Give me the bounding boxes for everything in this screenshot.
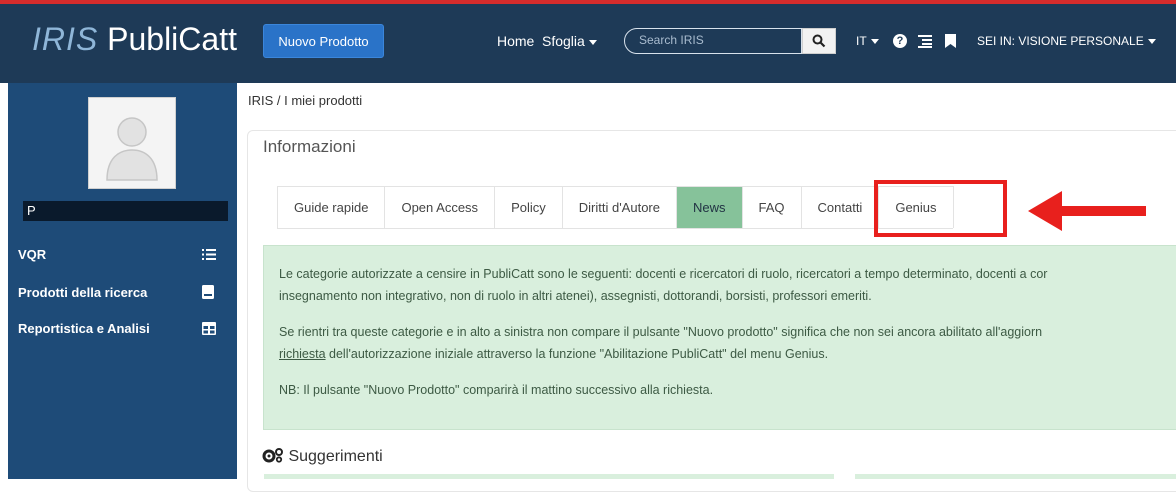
search-input[interactable]: Search IRIS (624, 28, 802, 54)
request-link[interactable]: richiesta (279, 347, 326, 361)
tab-label: Guide rapide (294, 200, 369, 215)
sidebar-item-label: Reportistica e Analisi (18, 321, 150, 336)
help-icon[interactable]: ? (893, 34, 907, 48)
user-name: P (23, 201, 228, 221)
logo[interactable]: IRIS PubliCatt (32, 21, 237, 58)
tab-open-access[interactable]: Open Access (384, 186, 496, 228)
avatar[interactable] (88, 97, 176, 189)
breadcrumb[interactable]: IRIS / I miei prodotti (248, 93, 362, 108)
user-placeholder-icon (106, 117, 158, 181)
table-icon (202, 322, 216, 335)
arrow-left-icon (1028, 191, 1146, 231)
sidebar-item-reports[interactable]: Reportistica e Analisi (18, 321, 150, 336)
panel-title: Informazioni (263, 137, 356, 156)
tab-news[interactable]: News (675, 186, 743, 228)
tab-diritti-autore[interactable]: Diritti d'Autore (561, 186, 677, 228)
chevron-down-icon (1147, 39, 1156, 45)
info-tabs: Guide rapide Open Access Policy Diritti … (277, 186, 954, 229)
book-icon (202, 285, 214, 299)
sidebar-item-label: Prodotti della ricerca (18, 285, 148, 300)
search-icon (812, 34, 826, 48)
user-context-dropdown[interactable]: SEI IN: VISIONE PERSONALE (977, 34, 1156, 48)
news-text-rest: dell'autorizzazione iniziale attraverso … (325, 347, 829, 361)
language-label: IT (856, 34, 867, 48)
nav-browse-dropdown[interactable]: Sfoglia (542, 33, 597, 49)
news-text: richiesta dell'autorizzazione iniziale a… (279, 344, 828, 364)
suggestions-title: Suggerimenti (288, 448, 383, 465)
nav-browse-label: Sfoglia (542, 33, 585, 49)
tab-label: Diritti d'Autore (578, 200, 660, 215)
news-text: insegnamento non integrativo, non di ruo… (279, 289, 872, 303)
tab-contatti[interactable]: Contatti (800, 186, 880, 228)
tab-guide-rapide[interactable]: Guide rapide (277, 186, 386, 228)
tab-label: News (692, 200, 726, 215)
tab-faq[interactable]: FAQ (741, 186, 802, 228)
new-product-button[interactable]: Nuovo Prodotto (263, 24, 384, 58)
highlight-box (874, 180, 1007, 237)
news-alert: Le categorie autorizzate a censire in Pu… (263, 245, 1176, 430)
suggestions-heading: Suggerimenti (262, 447, 383, 466)
user-context-label: SEI IN: VISIONE PERSONALE (977, 34, 1144, 48)
nav-home-link[interactable]: Home (497, 33, 534, 49)
logo-iris: IRIS (32, 21, 99, 57)
suggestion-card (855, 474, 1176, 479)
chevron-down-icon (588, 39, 597, 45)
news-text: Se rientri tra queste categorie e in alt… (279, 325, 1043, 339)
sidebar-item-vqr[interactable]: VQR (18, 247, 46, 262)
search-button[interactable] (802, 28, 836, 54)
tab-label: Contatti (817, 200, 863, 215)
logo-name: PubliCatt (107, 21, 237, 57)
user-initial: P (27, 203, 36, 218)
tab-label: Policy (511, 200, 546, 215)
tab-label: Open Access (401, 200, 479, 215)
tab-label: FAQ (758, 200, 785, 215)
sidebar-item-research-products[interactable]: Prodotti della ricerca (18, 285, 147, 300)
suggestion-card (264, 474, 834, 479)
news-note: NB: Il pulsante "Nuovo Prodotto" compari… (279, 383, 714, 397)
sidebar-item-label: VQR (18, 247, 47, 262)
tab-policy[interactable]: Policy (494, 186, 563, 228)
gears-icon (262, 448, 283, 463)
news-text: Le categorie autorizzate a censire in Pu… (279, 267, 1048, 281)
list-icon[interactable] (918, 34, 932, 48)
sidebar: P VQR Prodotti della ricerca Reportistic… (8, 83, 237, 479)
chevron-down-icon (870, 39, 879, 45)
list-ordered-icon (202, 249, 216, 260)
language-selector[interactable]: IT (856, 34, 879, 48)
bookmark-icon[interactable] (945, 34, 956, 48)
